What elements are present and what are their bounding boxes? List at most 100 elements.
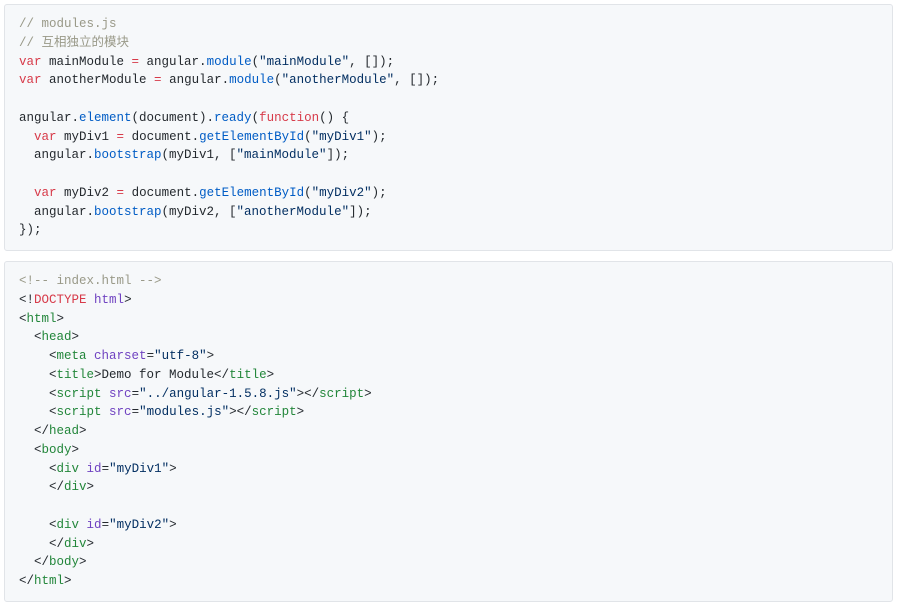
- code-token: (: [274, 73, 282, 87]
- code-token: myDiv1: [57, 130, 117, 144]
- code-token: html: [94, 293, 124, 307]
- code-token: (myDiv2, [: [162, 205, 237, 219]
- code-token: myDiv2: [57, 186, 117, 200]
- code-token: =: [132, 405, 140, 419]
- code-token: src: [109, 405, 132, 419]
- code-token: function: [259, 111, 319, 125]
- code-content-js: // modules.js // 互相独立的模块 var mainModule …: [19, 15, 878, 240]
- code-token: title: [57, 368, 95, 382]
- code-token: <: [19, 405, 57, 419]
- code-token: [79, 462, 87, 476]
- code-token: script: [57, 405, 102, 419]
- code-token: =: [154, 73, 162, 87]
- code-token: >: [57, 312, 65, 326]
- code-token: script: [252, 405, 297, 419]
- code-token: >: [169, 462, 177, 476]
- code-token: >: [64, 574, 72, 588]
- code-token: // 互相独立的模块: [19, 36, 129, 50]
- code-token: <: [19, 312, 27, 326]
- code-token: angular.: [19, 111, 79, 125]
- code-token: </: [19, 555, 49, 569]
- code-token: >: [124, 293, 132, 307]
- code-token: ]);: [327, 148, 350, 162]
- code-token: div: [64, 480, 87, 494]
- code-token: id: [87, 518, 102, 532]
- code-token: "utf-8": [154, 349, 207, 363]
- code-token: element: [79, 111, 132, 125]
- code-token: =: [102, 518, 110, 532]
- code-token: [87, 293, 95, 307]
- code-token: script: [57, 387, 102, 401]
- code-token: src: [109, 387, 132, 401]
- code-token: =: [117, 130, 125, 144]
- code-token: DOCTYPE: [34, 293, 87, 307]
- code-token: ready: [214, 111, 252, 125]
- code-token: "myDiv1": [109, 462, 169, 476]
- code-token: ]);: [349, 205, 372, 219]
- code-token: </: [19, 480, 64, 494]
- code-token: "myDiv2": [109, 518, 169, 532]
- code-token: module: [207, 55, 252, 69]
- code-token: "anotherModule": [282, 73, 395, 87]
- code-token: "modules.js": [139, 405, 229, 419]
- code-token: >: [364, 387, 372, 401]
- code-token: document.: [124, 186, 199, 200]
- code-token: meta: [57, 349, 87, 363]
- code-token: getElementById: [199, 186, 304, 200]
- code-token: >: [87, 537, 95, 551]
- code-token: [79, 518, 87, 532]
- code-token: html: [27, 312, 57, 326]
- code-token: [19, 186, 34, 200]
- code-token: charset: [94, 349, 147, 363]
- code-token: >: [79, 555, 87, 569]
- code-content-html: <!-- index.html --> <!DOCTYPE html> <htm…: [19, 272, 878, 591]
- code-token: </: [19, 424, 49, 438]
- code-token: bootstrap: [94, 205, 162, 219]
- code-token: "myDiv2": [312, 186, 372, 200]
- code-token: <!: [19, 293, 34, 307]
- code-token: "mainModule": [237, 148, 327, 162]
- code-token: () {: [319, 111, 349, 125]
- code-token: <: [19, 368, 57, 382]
- code-token: , []);: [394, 73, 439, 87]
- code-token: >: [87, 480, 95, 494]
- code-token: head: [42, 330, 72, 344]
- code-token: head: [49, 424, 79, 438]
- code-token: angular.: [139, 55, 207, 69]
- code-token: [19, 130, 34, 144]
- code-token: <: [19, 330, 42, 344]
- code-token: script: [319, 387, 364, 401]
- code-token: >: [169, 518, 177, 532]
- code-token: ></: [297, 387, 320, 401]
- code-token: var: [34, 186, 57, 200]
- code-token: "anotherModule": [237, 205, 350, 219]
- code-token: angular.: [162, 73, 230, 87]
- code-token: =: [132, 387, 140, 401]
- code-token: document.: [124, 130, 199, 144]
- code-token: body: [49, 555, 79, 569]
- code-token: <: [19, 518, 57, 532]
- code-token: >: [207, 349, 215, 363]
- code-token: var: [34, 130, 57, 144]
- code-token: bootstrap: [94, 148, 162, 162]
- code-token: div: [57, 518, 80, 532]
- code-block-js: // modules.js // 互相独立的模块 var mainModule …: [4, 4, 893, 251]
- code-token: angular.: [19, 205, 94, 219]
- code-block-html: <!-- index.html --> <!DOCTYPE html> <htm…: [4, 261, 893, 602]
- code-token: (: [252, 55, 260, 69]
- code-token: >: [267, 368, 275, 382]
- code-token: >: [72, 443, 80, 457]
- code-token: (document).: [132, 111, 215, 125]
- code-token: (: [304, 130, 312, 144]
- code-token: div: [57, 462, 80, 476]
- code-token: =: [147, 349, 155, 363]
- code-token: getElementById: [199, 130, 304, 144]
- code-token: id: [87, 462, 102, 476]
- code-token: mainModule: [42, 55, 132, 69]
- code-token: >: [72, 330, 80, 344]
- code-token: module: [229, 73, 274, 87]
- code-token: >: [79, 424, 87, 438]
- code-token: >Demo for Module</: [94, 368, 229, 382]
- code-token: , []);: [349, 55, 394, 69]
- code-token: "mainModule": [259, 55, 349, 69]
